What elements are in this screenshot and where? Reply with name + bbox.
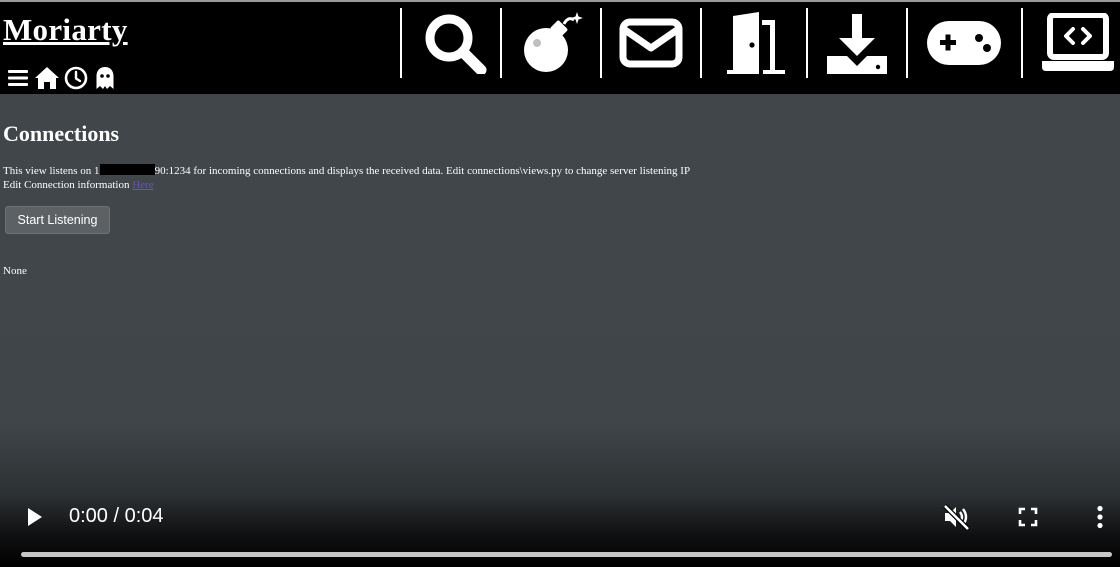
top-navbar: Moriarty	[0, 2, 1120, 94]
ghost-icon	[96, 67, 114, 89]
home-icon	[35, 67, 59, 89]
description-text: This view listens on 1 90:1234 for incomi…	[3, 164, 690, 178]
download-button[interactable]	[808, 10, 906, 76]
menu-button[interactable]	[5, 65, 31, 91]
history-button[interactable]	[63, 65, 89, 91]
time-display: 0:00 / 0:04	[69, 505, 164, 527]
brand-logo-link[interactable]: Moriarty	[3, 10, 128, 50]
nav-divider	[400, 8, 402, 78]
code-button[interactable]	[1035, 10, 1120, 76]
gamepad-icon	[927, 21, 1001, 65]
more-vertical-icon	[1097, 505, 1103, 529]
start-listening-button[interactable]: Start Listening	[5, 206, 110, 234]
edit-connection-link[interactable]: Here	[132, 179, 153, 191]
search-icon	[425, 14, 487, 74]
bomb-icon	[524, 12, 583, 72]
bomb-button[interactable]	[502, 10, 600, 76]
play-icon	[28, 508, 42, 526]
ghost-button[interactable]	[92, 65, 118, 91]
download-icon	[827, 14, 887, 74]
more-options-button[interactable]	[1088, 503, 1112, 531]
description-end: 90:1234 for incoming connections and dis…	[154, 165, 691, 177]
volume-muted-icon	[943, 504, 970, 530]
fullscreen-button[interactable]	[1014, 503, 1042, 531]
mute-button[interactable]	[940, 502, 972, 532]
edit-connection-label: Edit Connection information	[3, 179, 133, 191]
search-button[interactable]	[412, 10, 500, 76]
received-data-output: None	[3, 265, 27, 277]
edit-connection-line: Edit Connection information Here	[3, 178, 154, 192]
fullscreen-icon	[1018, 507, 1038, 527]
video-controls: 0:00 / 0:04	[0, 494, 1120, 567]
door-button[interactable]	[702, 10, 806, 76]
laptop-code-icon	[1041, 13, 1114, 71]
history-icon	[64, 66, 88, 90]
page-title: Connections	[3, 121, 120, 146]
door-icon	[727, 12, 785, 74]
home-button[interactable]	[34, 65, 60, 91]
mini-nav	[5, 64, 118, 92]
envelope-icon	[619, 18, 683, 68]
play-button[interactable]	[20, 503, 48, 531]
mail-button[interactable]	[602, 10, 700, 76]
redacted-ip	[99, 164, 155, 175]
games-button[interactable]	[908, 10, 1020, 76]
progress-bar[interactable]	[21, 552, 1112, 557]
menu-icon	[8, 70, 28, 86]
description-start: This view listens on 1	[3, 165, 100, 177]
nav-divider	[1021, 8, 1023, 78]
